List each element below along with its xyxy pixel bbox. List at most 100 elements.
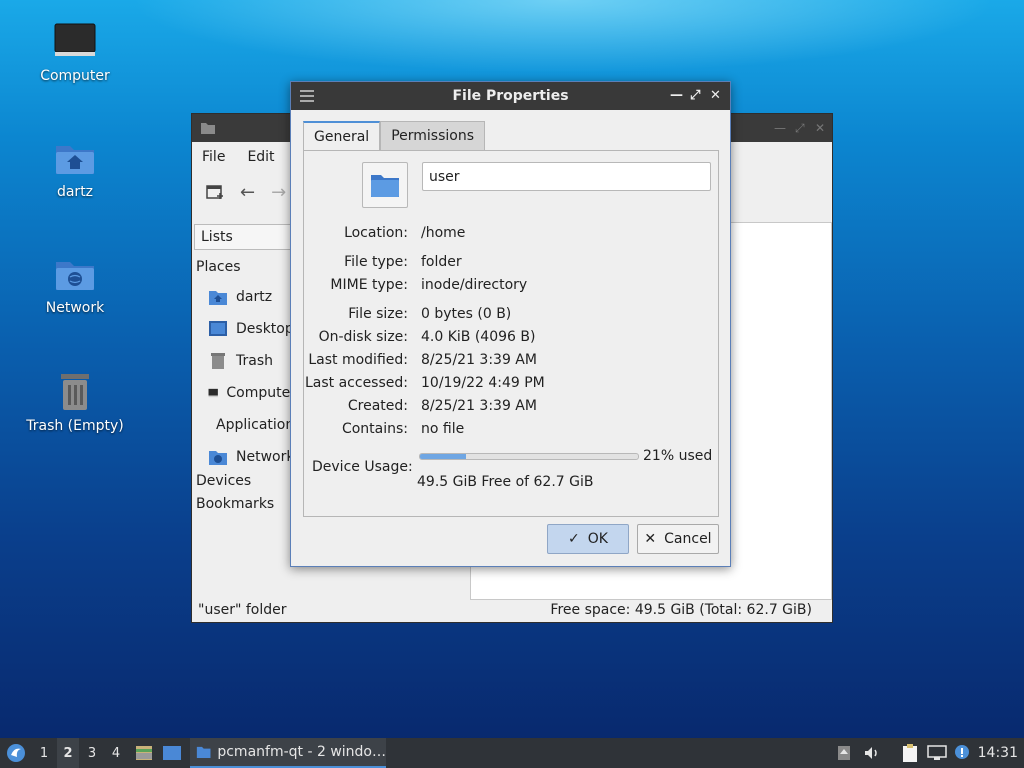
- tray-clipboard[interactable]: [898, 738, 922, 768]
- folder-icon: [201, 123, 215, 134]
- prop-value: no file: [421, 421, 465, 437]
- trash-icon: [211, 353, 225, 369]
- tab-permissions[interactable]: Permissions: [380, 121, 485, 151]
- show-desktop-button[interactable]: [160, 738, 184, 768]
- prop-file-type: File type: folder: [304, 254, 720, 274]
- general-panel: Location: /home File type: folder MIME t…: [303, 150, 719, 517]
- new-tab-icon[interactable]: [206, 184, 224, 200]
- prop-value: 0 bytes (0 B): [421, 306, 512, 322]
- maximize-icon[interactable]: ⤢: [690, 82, 700, 110]
- device-usage-percent: 21% used: [643, 448, 713, 464]
- prop-value: 8/25/21 3:39 AM: [421, 398, 537, 414]
- computer-icon: [54, 23, 96, 56]
- home-folder-icon: [56, 146, 94, 174]
- network-folder-icon: [209, 451, 227, 465]
- prop-value: /home: [421, 225, 466, 241]
- tab-general[interactable]: General: [303, 121, 381, 151]
- start-menu-button[interactable]: [2, 738, 30, 768]
- clock[interactable]: 14:31: [978, 738, 1018, 768]
- prop-key: Contains:: [341, 421, 408, 437]
- checkmark-icon: ✓: [568, 531, 580, 547]
- home-folder-icon: [209, 291, 227, 305]
- maximize-icon[interactable]: ⤢: [795, 121, 805, 136]
- prop-key: File type:: [344, 254, 408, 270]
- quicklaunch-file-manager[interactable]: [132, 738, 156, 768]
- tray-network[interactable]: [926, 738, 948, 768]
- dialog-title: File Properties: [452, 88, 569, 104]
- tab-bar: General Permissions: [303, 121, 485, 151]
- prop-key: File size:: [348, 306, 408, 322]
- sidebar-item-label: Trash: [236, 353, 273, 369]
- task-pcmanfm[interactable]: pcmanfm-qt - 2 windo…: [190, 738, 386, 768]
- desktop-icon-label: dartz: [56, 184, 94, 200]
- folder-icon: [371, 175, 399, 197]
- tray-updates[interactable]: [834, 738, 854, 768]
- sidebar-item-computer[interactable]: Computer: [196, 377, 296, 409]
- computer-icon: [208, 388, 218, 398]
- minimize-icon[interactable]: —: [774, 121, 786, 135]
- menu-file[interactable]: File: [202, 149, 225, 165]
- desktop-icon-trash[interactable]: Trash (Empty): [15, 370, 135, 434]
- sidebar-item-network[interactable]: Network: [196, 441, 296, 473]
- prop-created: Created: 8/25/21 3:39 AM: [304, 398, 720, 418]
- desktop-icon-dartz[interactable]: dartz: [15, 138, 135, 200]
- prop-last-accessed: Last accessed: 10/19/22 4:49 PM: [304, 375, 720, 395]
- ok-button-label: OK: [587, 531, 608, 547]
- places-list: Places dartz Desktop Trash Computer Appl…: [196, 259, 296, 519]
- sidebar-item-label: Network: [236, 449, 295, 465]
- forward-arrow-icon[interactable]: →: [271, 182, 286, 203]
- prop-value: 8/25/21 3:39 AM: [421, 352, 537, 368]
- lxqt-logo-icon: [7, 744, 25, 762]
- bookmarks-header[interactable]: Bookmarks: [196, 496, 296, 519]
- desktop-icon-computer[interactable]: Computer: [15, 22, 135, 84]
- dialog-titlebar[interactable]: File Properties — ⤢ ✕: [291, 82, 730, 110]
- tray-volume[interactable]: [862, 738, 882, 768]
- sidebar-item-desktop[interactable]: Desktop: [196, 313, 296, 345]
- clipboard-icon: [903, 744, 917, 762]
- workspace-3[interactable]: 3: [81, 738, 103, 768]
- device-usage-free: 49.5 GiB Free of 62.7 GiB: [417, 474, 594, 490]
- side-pane-selector[interactable]: Lists: [194, 224, 292, 250]
- prop-location: Location: /home: [304, 225, 720, 245]
- desktop-icon-label: Computer: [40, 68, 110, 84]
- ok-button[interactable]: ✓ OK: [547, 524, 629, 554]
- desktop-icon-network[interactable]: Network: [15, 254, 135, 316]
- workspace-2[interactable]: 2: [57, 738, 79, 768]
- workspace-1[interactable]: 1: [33, 738, 55, 768]
- sidebar-item-applications[interactable]: Applications: [196, 409, 296, 441]
- workspace-4[interactable]: 4: [105, 738, 127, 768]
- sidebar-item-label: Desktop: [236, 321, 294, 337]
- prop-key: On-disk size:: [318, 329, 408, 345]
- file-properties-dialog[interactable]: File Properties — ⤢ ✕ General Permission…: [290, 81, 731, 567]
- window-menu-icon[interactable]: [299, 89, 315, 103]
- device-usage-fill: [420, 454, 466, 459]
- file-name-field[interactable]: [422, 162, 711, 191]
- prop-key: Location:: [344, 225, 408, 241]
- devices-header[interactable]: Devices: [196, 473, 296, 496]
- change-icon-button[interactable]: [362, 162, 408, 208]
- status-selection: "user" folder: [198, 602, 287, 618]
- prop-last-modified: Last modified: 8/25/21 3:39 AM: [304, 352, 720, 372]
- desktop-icon-label: Trash (Empty): [26, 418, 124, 434]
- prop-value: 4.0 KiB (4096 B): [421, 329, 536, 345]
- sidebar-item-dartz[interactable]: dartz: [196, 281, 296, 313]
- desktop-icon-label: Network: [45, 300, 105, 316]
- sidebar-item-label: dartz: [236, 289, 273, 305]
- cancel-button-label: Cancel: [664, 531, 712, 547]
- minimize-icon[interactable]: —: [670, 82, 683, 110]
- sidebar-item-trash[interactable]: Trash: [196, 345, 296, 377]
- prop-key: Last accessed:: [304, 375, 408, 391]
- cancel-button[interactable]: ✕ Cancel: [637, 524, 719, 554]
- menu-edit[interactable]: Edit: [247, 149, 274, 165]
- back-arrow-icon[interactable]: ←: [240, 182, 255, 203]
- tray-notification[interactable]: [952, 738, 972, 768]
- sidebar-item-label: Computer: [226, 385, 296, 401]
- close-icon[interactable]: ✕: [815, 121, 825, 135]
- places-header: Places: [196, 259, 241, 275]
- prop-value: folder: [421, 254, 462, 270]
- trash-icon: [61, 374, 89, 410]
- desktop-icon: [163, 746, 181, 760]
- speaker-icon: [865, 747, 877, 759]
- close-icon[interactable]: ✕: [710, 82, 721, 110]
- taskbar: 1 2 3 4 pcmanfm-qt - 2 windo… 14:31: [0, 738, 1024, 768]
